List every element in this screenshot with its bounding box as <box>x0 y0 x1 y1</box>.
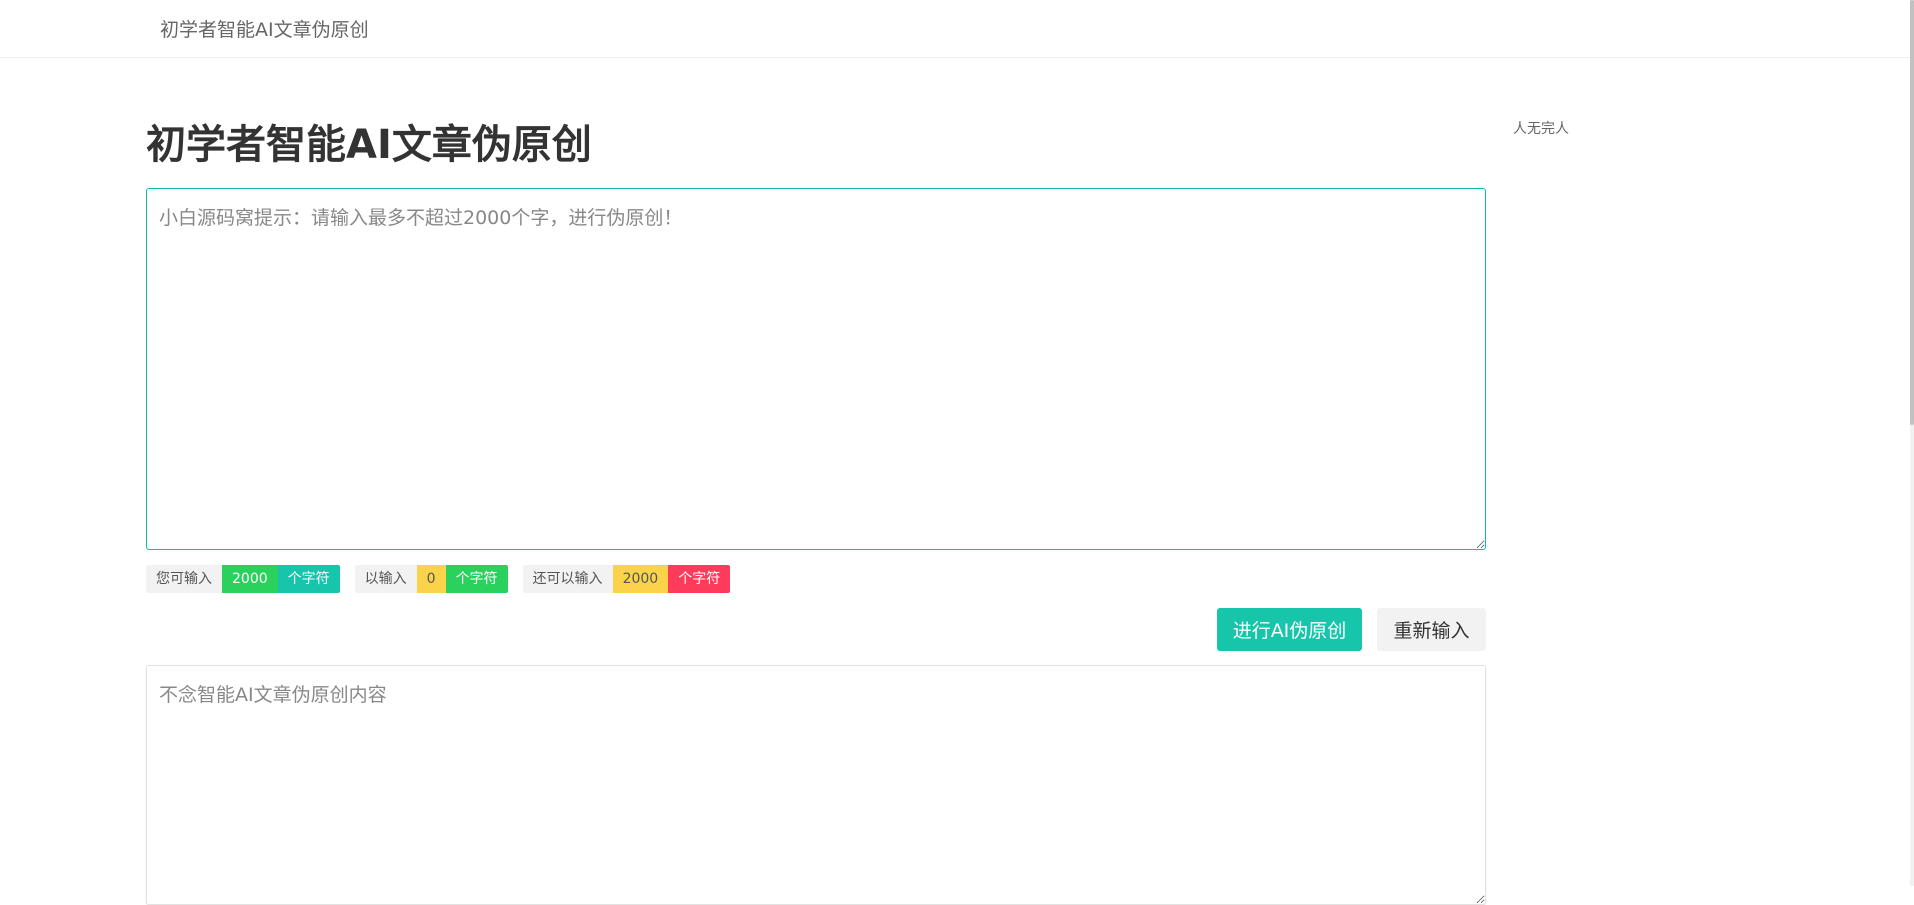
entered-chars-label: 以输入 <box>354 565 417 593</box>
ai-rewrite-button[interactable]: 进行AI伪原创 <box>1217 608 1362 651</box>
source-text-input[interactable] <box>146 188 1486 550</box>
character-counters: 您可输入 2000 个字符 以输入 0 个字符 还可以输入 2000 个字符 <box>146 565 731 593</box>
remaining-chars-counter: 还可以输入 2000 个字符 <box>522 565 731 593</box>
page-title: 初学者智能AI文章伪原创 <box>146 122 592 168</box>
max-chars-counter: 您可输入 2000 个字符 <box>146 565 340 593</box>
max-chars-unit: 个字符 <box>277 565 340 593</box>
remaining-chars-value: 2000 <box>612 565 669 593</box>
rewritten-text-output[interactable] <box>146 665 1486 905</box>
side-note: 人无完人 <box>1513 121 1569 137</box>
brand-logo-text[interactable]: 初学者智能AI文章伪原创 <box>160 15 369 42</box>
entered-chars-unit: 个字符 <box>445 565 508 593</box>
remaining-chars-unit: 个字符 <box>668 565 731 593</box>
entered-chars-counter: 以输入 0 个字符 <box>354 565 508 593</box>
remaining-chars-label: 还可以输入 <box>522 565 613 593</box>
reset-input-button[interactable]: 重新输入 <box>1377 608 1486 651</box>
max-chars-value: 2000 <box>222 565 278 593</box>
max-chars-label: 您可输入 <box>146 565 222 593</box>
top-navbar: 初学者智能AI文章伪原创 <box>0 0 1910 58</box>
scrollbar-thumb[interactable] <box>1910 0 1914 425</box>
entered-chars-value: 0 <box>416 565 446 593</box>
page-scrollbar[interactable] <box>1910 0 1914 886</box>
